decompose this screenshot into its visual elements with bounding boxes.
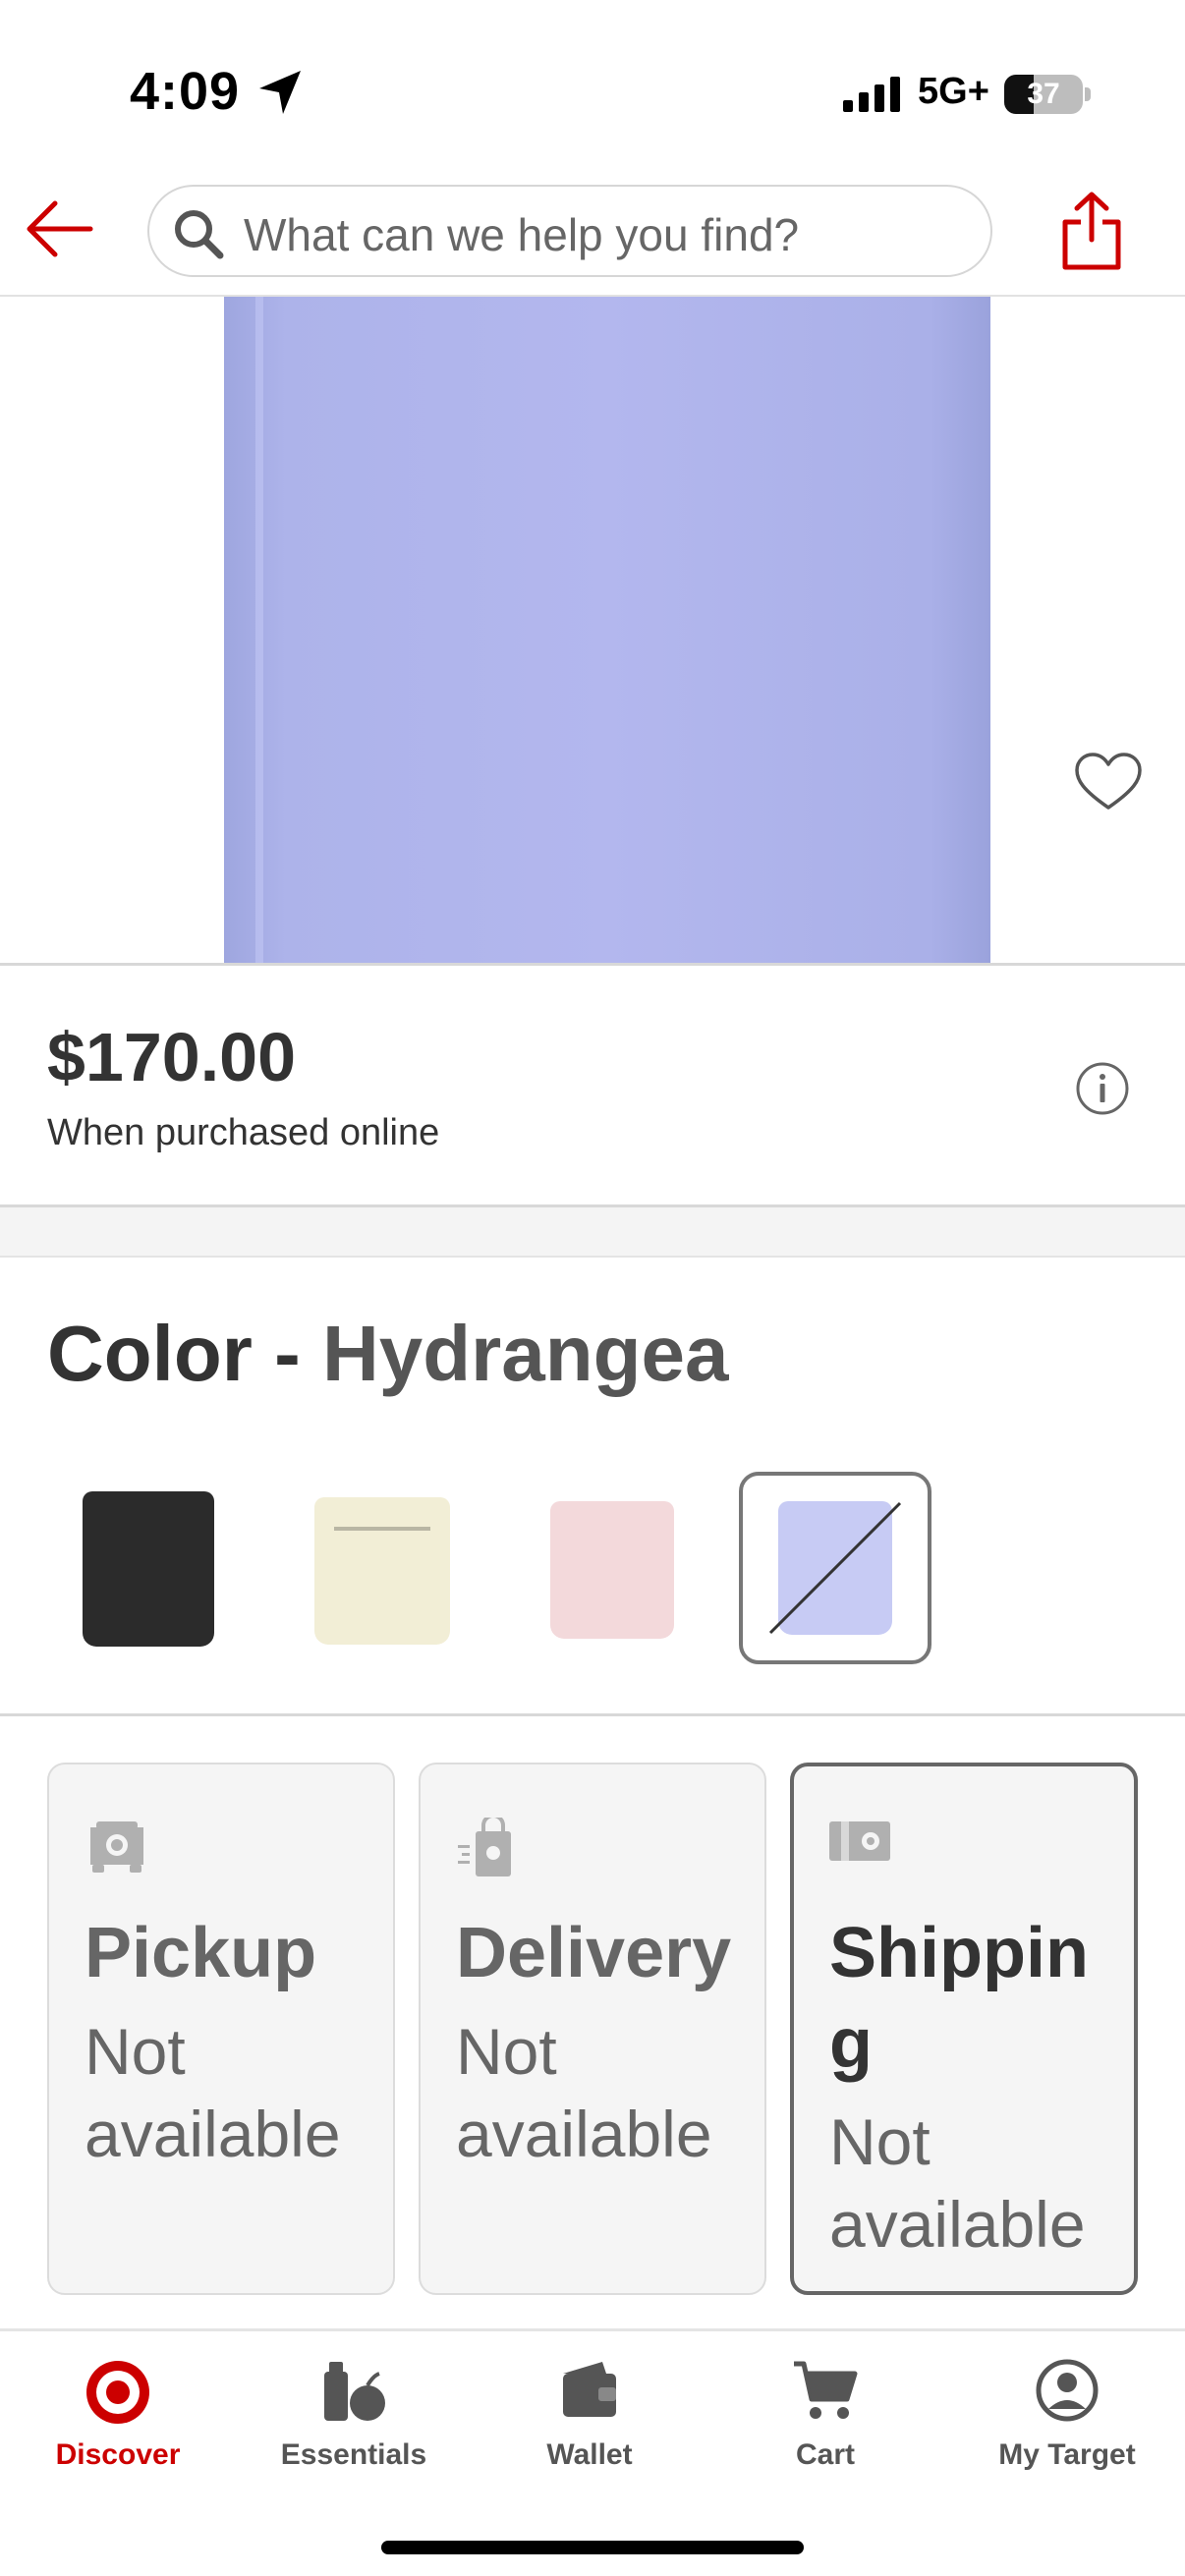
fulfillment-title-line2: g xyxy=(829,2004,873,2083)
tab-essentials[interactable]: Essentials xyxy=(236,2348,472,2495)
essentials-icon xyxy=(324,2362,385,2421)
cart-icon xyxy=(794,2361,858,2419)
color-label: Color xyxy=(47,1310,253,1397)
tab-cart[interactable]: Cart xyxy=(707,2348,943,2495)
search-bar[interactable]: What can we help you find? xyxy=(147,185,992,277)
fulfillment-title: Delivery xyxy=(456,1914,732,1992)
back-arrow-icon[interactable] xyxy=(22,195,96,263)
delivery-bag-icon xyxy=(458,1818,511,1876)
color-swatch-black[interactable] xyxy=(53,1472,246,1664)
fulfillment-title: Shippin g xyxy=(829,1908,1124,2089)
divider xyxy=(0,1713,1185,1716)
search-icon xyxy=(175,210,224,259)
tab-label: Wallet xyxy=(546,2438,633,2471)
tab-my-target[interactable]: My Target xyxy=(949,2348,1185,2495)
info-icon[interactable] xyxy=(1075,1061,1130,1116)
fulfillment-status: Not available xyxy=(456,2015,712,2170)
fulfillment-delivery-card[interactable]: Delivery Not available xyxy=(419,1763,766,2295)
shipping-box-icon xyxy=(829,1821,890,1861)
swatch-bag-cream xyxy=(314,1497,450,1645)
battery-level: 37 xyxy=(1027,78,1060,110)
color-separator: - xyxy=(274,1310,301,1397)
favorite-heart-icon[interactable] xyxy=(1073,751,1144,813)
tab-label: Discover xyxy=(55,2438,181,2471)
color-swatch-hydrangea[interactable] xyxy=(739,1472,931,1664)
swatch-zipper xyxy=(334,1527,430,1531)
search-placeholder: What can we help you find? xyxy=(244,209,800,260)
swatch-bag-pink xyxy=(550,1501,674,1639)
target-bullseye-icon xyxy=(86,2361,149,2424)
product-image-carousel[interactable] xyxy=(0,297,1185,965)
price-note: When purchased online xyxy=(47,1112,440,1153)
battery-icon: 37 xyxy=(1004,75,1083,114)
fulfillment-status: Not available xyxy=(85,2015,341,2170)
fulfillment-status: Not available xyxy=(829,2105,1086,2261)
fulfillment-pickup-card[interactable]: Pickup Not available xyxy=(47,1763,395,2295)
network-type: 5G+ xyxy=(918,71,989,112)
swatch-bag-black xyxy=(83,1491,214,1647)
product-image xyxy=(224,297,990,965)
tab-label: My Target xyxy=(998,2438,1136,2471)
share-icon[interactable] xyxy=(1057,189,1126,273)
product-image-shade xyxy=(255,297,263,965)
divider xyxy=(0,2328,1185,2331)
color-value: Hydrangea xyxy=(321,1310,729,1397)
color-swatch-cream[interactable] xyxy=(287,1472,480,1664)
wallet-icon xyxy=(563,2362,616,2417)
color-swatch-pink[interactable] xyxy=(521,1472,713,1664)
unavailable-strike-icon xyxy=(768,1501,902,1635)
pickup-car-icon xyxy=(90,1821,143,1873)
divider xyxy=(0,963,1185,966)
tab-discover[interactable]: Discover xyxy=(0,2348,236,2495)
tab-wallet[interactable]: Wallet xyxy=(472,2348,707,2495)
section-spacer xyxy=(0,1204,1185,1258)
fulfillment-shipping-card[interactable]: Shippin g Not available xyxy=(790,1763,1138,2295)
product-price: $170.00 xyxy=(47,1019,297,1095)
tab-label: Essentials xyxy=(280,2438,427,2471)
cellular-signal-icon xyxy=(843,77,900,112)
fulfillment-title-line1: Shippin xyxy=(829,1914,1089,1992)
location-arrow-icon xyxy=(259,71,301,114)
battery-tip xyxy=(1085,87,1091,101)
status-time: 4:09 xyxy=(130,62,241,121)
color-heading: Color - Hydrangea xyxy=(47,1309,728,1399)
fulfillment-title: Pickup xyxy=(85,1914,317,1992)
tab-label: Cart xyxy=(795,2438,855,2471)
account-icon xyxy=(1036,2359,1099,2422)
product-page: { "status_bar": {"time": "4:09", "networ… xyxy=(0,0,1185,2576)
home-indicator[interactable] xyxy=(381,2541,804,2554)
